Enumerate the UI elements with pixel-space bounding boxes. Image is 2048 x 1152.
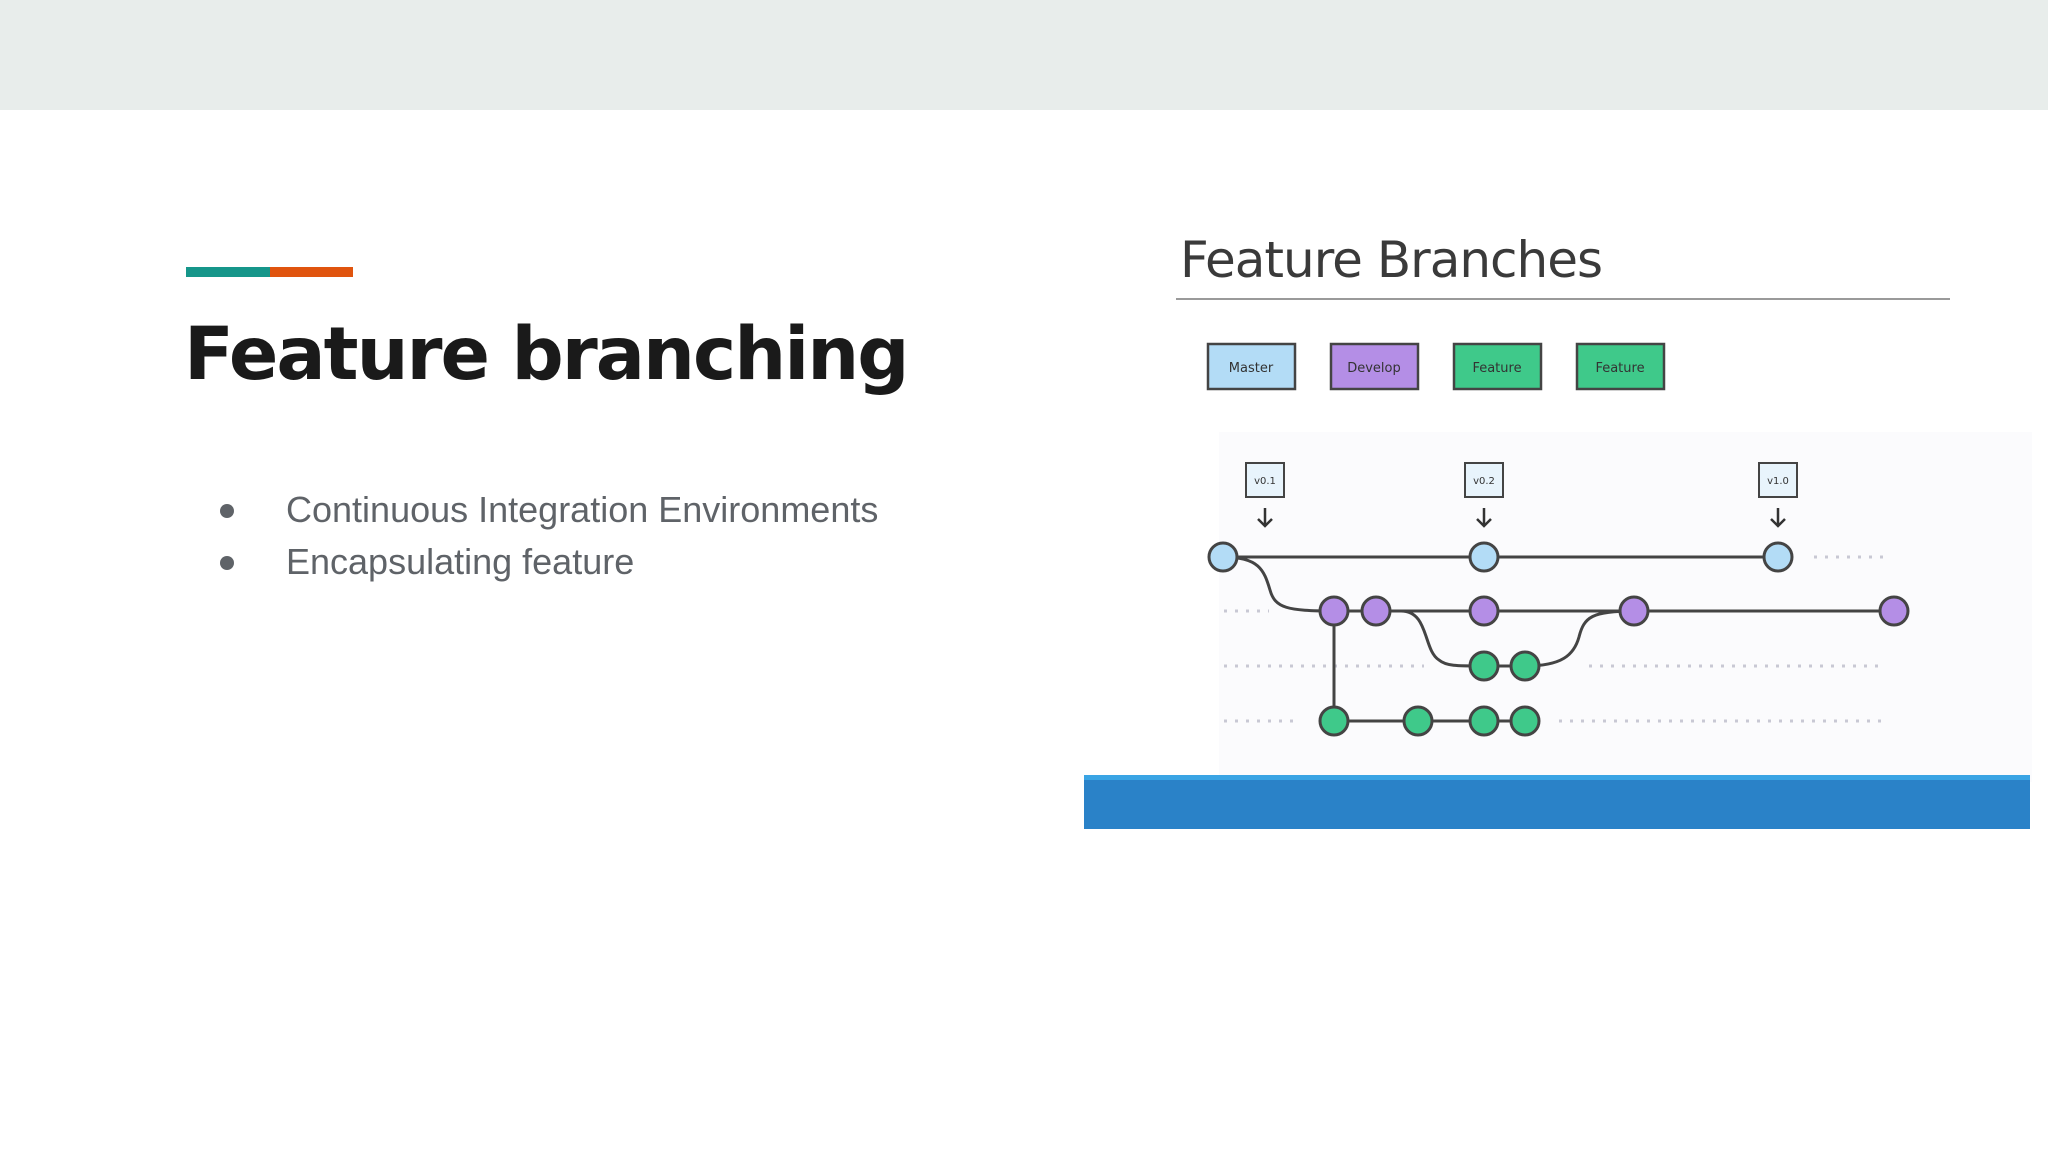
develop-commit [1468,595,1500,627]
legend-feature: Feature [1452,342,1543,391]
diagram-bottom-bar-highlight [1084,775,2030,780]
legend-develop: Develop [1329,342,1420,391]
feature-commit [1468,650,1500,682]
develop-commit [1318,595,1350,627]
feature-commit [1509,650,1541,682]
accent-orange-segment [270,267,353,277]
legend-master: Master [1206,342,1297,391]
feature-commit [1318,705,1350,737]
tag-label: v0.2 [1473,476,1495,487]
legend-label: Develop [1347,361,1401,376]
master-commit [1207,541,1239,573]
legend-label: Feature [1595,361,1644,376]
feature-commit [1402,705,1434,737]
develop-commit [1618,595,1650,627]
legend-label: Feature [1472,361,1521,376]
bullet-item: Encapsulating feature [216,536,878,588]
develop-commit [1360,595,1392,627]
diagram-bottom-bar [1084,775,2030,829]
feature-commit [1468,705,1500,737]
tag-label: v0.1 [1254,476,1276,487]
bullet-dot-icon [220,504,234,518]
legend: Master Develop Feature Feature [1206,342,1666,391]
header-band [0,0,2048,110]
legend-feature: Feature [1575,342,1666,391]
feature-branches-diagram: Feature Branches Master Develop Feature … [1084,231,2032,829]
legend-label: Master [1229,361,1274,376]
diagram-title: Feature Branches [1180,231,1602,289]
title-accent-bar [186,267,353,277]
bullet-dot-icon [220,556,234,570]
feature-commit [1509,705,1541,737]
slide-title: Feature branching [184,312,909,397]
develop-commit [1878,595,1910,627]
bullet-item: Continuous Integration Environments [216,484,878,536]
master-commit [1468,541,1500,573]
master-commit [1762,541,1794,573]
bullet-text: Continuous Integration Environments [286,489,879,530]
tag-label: v1.0 [1767,476,1789,487]
accent-teal-segment [186,267,270,277]
bullet-list: Continuous Integration Environments Enca… [216,484,878,588]
bullet-text: Encapsulating feature [286,541,635,582]
